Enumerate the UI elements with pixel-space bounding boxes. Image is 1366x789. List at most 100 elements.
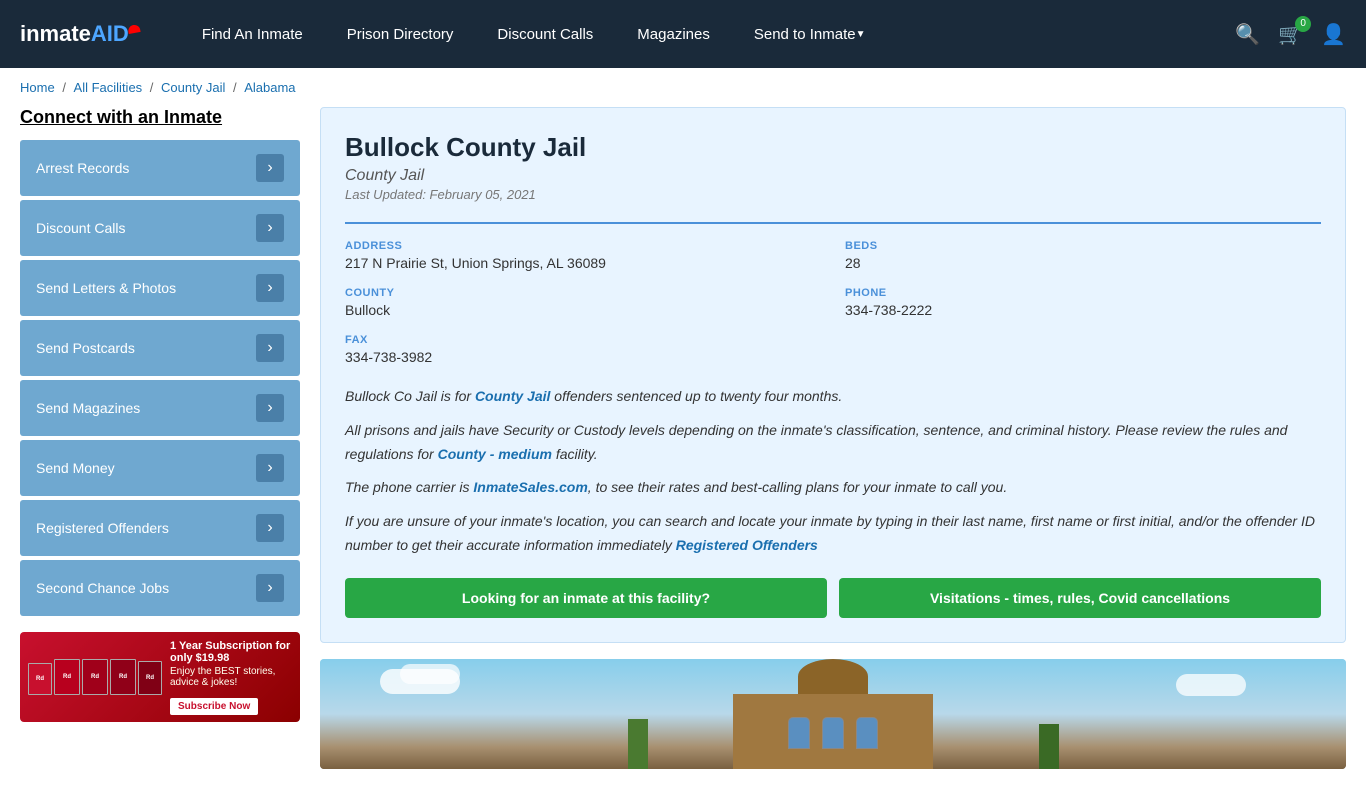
- desc-4: If you are unsure of your inmate's locat…: [345, 510, 1321, 558]
- nav-discount-calls[interactable]: Discount Calls: [475, 0, 615, 68]
- sidebar-item-label: Send Postcards: [36, 340, 135, 356]
- logo-aid: AID: [91, 21, 129, 46]
- phone-label: PHONE: [845, 287, 1321, 299]
- breadcrumb-home[interactable]: Home: [20, 80, 55, 95]
- nav-icons: 🔍 🛒 0 👤: [1235, 22, 1346, 47]
- phone-value: 334-738-2222: [845, 302, 1321, 318]
- sidebar-item-label: Send Letters & Photos: [36, 280, 176, 296]
- search-icon[interactable]: 🔍: [1235, 22, 1260, 47]
- sidebar-item-send-money[interactable]: Send Money ›: [20, 440, 300, 496]
- arrow-icon: ›: [256, 214, 284, 242]
- sidebar-item-second-chance-jobs[interactable]: Second Chance Jobs ›: [20, 560, 300, 616]
- breadcrumb: Home / All Facilities / County Jail / Al…: [0, 68, 1366, 107]
- cart-badge: 0: [1295, 16, 1311, 32]
- sidebar-item-label: Registered Offenders: [36, 520, 169, 536]
- sidebar-ad[interactable]: Rd Rd Rd Rd Rd 1 Year Subscription for o…: [20, 632, 300, 722]
- logo-inmate: inmate: [20, 21, 91, 46]
- facility-actions: Looking for an inmate at this facility? …: [345, 578, 1321, 618]
- sidebar-item-registered-offenders[interactable]: Registered Offenders ›: [20, 500, 300, 556]
- ad-title: 1 Year Subscription for only $19.98: [170, 640, 292, 664]
- main-container: Connect with an Inmate Arrest Records › …: [0, 107, 1366, 789]
- sidebar-item-send-magazines[interactable]: Send Magazines ›: [20, 380, 300, 436]
- facility-name: Bullock County Jail: [345, 132, 1321, 163]
- ad-subtitle: Enjoy the BEST stories, advice & jokes!: [170, 666, 292, 688]
- cart-icon[interactable]: 🛒 0: [1278, 22, 1303, 47]
- phone-block: PHONE 334-738-2222: [845, 287, 1321, 318]
- county-block: COUNTY Bullock: [345, 287, 821, 318]
- sidebar-item-label: Discount Calls: [36, 220, 125, 236]
- breadcrumb-sep-3: /: [233, 80, 240, 95]
- beds-block: BEDS 28: [845, 240, 1321, 271]
- arrow-icon: ›: [256, 454, 284, 482]
- facility-image: [320, 659, 1346, 769]
- nav-send-to-inmate[interactable]: Send to Inmate: [732, 0, 888, 68]
- arrow-icon: ›: [256, 274, 284, 302]
- sidebar-item-label: Arrest Records: [36, 160, 129, 176]
- content-area: Bullock County Jail County Jail Last Upd…: [320, 107, 1346, 769]
- nav-magazines[interactable]: Magazines: [615, 0, 732, 68]
- breadcrumb-alabama[interactable]: Alabama: [244, 80, 295, 95]
- arrow-icon: ›: [256, 154, 284, 182]
- building-windows: [788, 717, 878, 749]
- nav-prison-directory[interactable]: Prison Directory: [325, 0, 476, 68]
- inmatesales-link[interactable]: InmateSales.com: [473, 479, 587, 495]
- facility-type: County Jail: [345, 167, 1321, 185]
- facility-card: Bullock County Jail County Jail Last Upd…: [320, 107, 1346, 643]
- arrow-icon: ›: [256, 394, 284, 422]
- sidebar-item-send-postcards[interactable]: Send Postcards ›: [20, 320, 300, 376]
- sidebar-item-discount-calls[interactable]: Discount Calls ›: [20, 200, 300, 256]
- sidebar-item-label: Second Chance Jobs: [36, 580, 169, 596]
- nav-find-inmate[interactable]: Find An Inmate: [180, 0, 325, 68]
- tree-2: [1039, 724, 1059, 769]
- fax-value: 334-738-3982: [345, 349, 821, 365]
- window-1: [788, 717, 810, 749]
- cloud-3: [1176, 674, 1246, 696]
- breadcrumb-sep-2: /: [150, 80, 157, 95]
- sidebar-item-arrest-records[interactable]: Arrest Records ›: [20, 140, 300, 196]
- user-icon[interactable]: 👤: [1321, 22, 1346, 47]
- county-jail-link[interactable]: County Jail: [475, 388, 550, 404]
- building-dome: [798, 659, 868, 694]
- arrow-icon: ›: [256, 574, 284, 602]
- tree-1: [628, 719, 648, 769]
- sidebar-title: Connect with an Inmate: [20, 107, 300, 128]
- beds-value: 28: [845, 255, 1321, 271]
- navbar: inmateAID Find An Inmate Prison Director…: [0, 0, 1366, 68]
- sidebar-menu: Arrest Records › Discount Calls › Send L…: [20, 140, 300, 616]
- facility-details: ADDRESS 217 N Prairie St, Union Springs,…: [345, 222, 1321, 365]
- address-block: ADDRESS 217 N Prairie St, Union Springs,…: [345, 240, 821, 271]
- window-3: [856, 717, 878, 749]
- breadcrumb-all-facilities[interactable]: All Facilities: [74, 80, 143, 95]
- facility-updated: Last Updated: February 05, 2021: [345, 187, 1321, 202]
- find-inmate-button[interactable]: Looking for an inmate at this facility?: [345, 578, 827, 618]
- nav-links: Find An Inmate Prison Directory Discount…: [180, 0, 1235, 68]
- ad-subscribe-button[interactable]: Subscribe Now: [170, 698, 258, 715]
- county-value: Bullock: [345, 302, 821, 318]
- breadcrumb-sep-1: /: [62, 80, 69, 95]
- fax-label: FAX: [345, 334, 821, 346]
- registered-offenders-link[interactable]: Registered Offenders: [676, 537, 818, 553]
- window-2: [822, 717, 844, 749]
- sidebar-item-send-letters[interactable]: Send Letters & Photos ›: [20, 260, 300, 316]
- beds-label: BEDS: [845, 240, 1321, 252]
- county-label: COUNTY: [345, 287, 821, 299]
- ad-content: 1 Year Subscription for only $19.98 Enjo…: [170, 640, 292, 715]
- address-value: 217 N Prairie St, Union Springs, AL 3608…: [345, 255, 821, 271]
- arrow-icon: ›: [256, 514, 284, 542]
- sidebar: Connect with an Inmate Arrest Records › …: [20, 107, 300, 769]
- cloud-2: [400, 664, 460, 684]
- breadcrumb-county-jail[interactable]: County Jail: [161, 80, 225, 95]
- desc-1: Bullock Co Jail is for County Jail offen…: [345, 385, 1321, 409]
- address-label: ADDRESS: [345, 240, 821, 252]
- facility-description: Bullock Co Jail is for County Jail offen…: [345, 385, 1321, 558]
- arrow-icon: ›: [256, 334, 284, 362]
- logo[interactable]: inmateAID: [20, 21, 140, 47]
- county-medium-link[interactable]: County - medium: [438, 446, 552, 462]
- visitation-button[interactable]: Visitations - times, rules, Covid cancel…: [839, 578, 1321, 618]
- desc-2: All prisons and jails have Security or C…: [345, 419, 1321, 467]
- sidebar-item-label: Send Money: [36, 460, 115, 476]
- sidebar-item-label: Send Magazines: [36, 400, 140, 416]
- desc-3: The phone carrier is InmateSales.com, to…: [345, 476, 1321, 500]
- fax-block: FAX 334-738-3982: [345, 334, 821, 365]
- logo-hat: [127, 24, 140, 34]
